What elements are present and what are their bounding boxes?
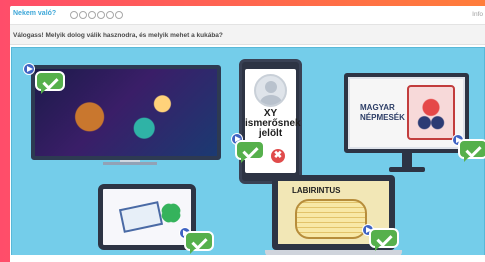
tv-base — [103, 162, 157, 165]
app-title: Nekem való? — [13, 10, 57, 17]
tablet-card[interactable] — [98, 184, 196, 250]
check-icon[interactable] — [369, 228, 399, 251]
laptop-title: LABIRINTUS — [292, 186, 341, 195]
progress-dots — [70, 11, 123, 19]
top-bar: Nekem való? Info — [10, 6, 485, 25]
check-icon[interactable] — [184, 231, 214, 254]
maze-image — [295, 199, 367, 239]
progress-dot — [79, 11, 87, 19]
question-text: Válogass! Melyik dolog válik hasznodra, … — [13, 32, 223, 39]
monitor-label: MAGYAR NÉPMESÉK — [360, 103, 405, 122]
app-window: Nekem való? Info Válogass! Melyik dolog … — [10, 6, 485, 262]
progress-dot — [106, 11, 114, 19]
check-icon[interactable] — [35, 71, 65, 94]
progress-dot — [88, 11, 96, 19]
friend-request-text: XY ismerősnek jelölt — [245, 108, 301, 139]
info-link[interactable]: Info — [472, 11, 483, 18]
phone-card[interactable]: XY ismerősnek jelölt ✖ — [239, 59, 302, 184]
avatar-icon — [254, 74, 287, 107]
check-icon[interactable] — [458, 139, 485, 162]
folk-art-image — [407, 85, 455, 140]
progress-dot — [97, 11, 105, 19]
reject-icon[interactable]: ✖ — [271, 149, 285, 163]
progress-dot — [115, 11, 123, 19]
select-arrow-icon[interactable] — [23, 63, 35, 75]
question-bar: Válogass! Melyik dolog válik hasznodra, … — [10, 25, 485, 45]
check-icon[interactable] — [235, 140, 265, 163]
sorting-board: XY ismerősnek jelölt ✖ MAGYAR NÉPMESÉK L… — [11, 47, 485, 261]
ticket-image — [118, 201, 164, 233]
clover-image — [161, 203, 181, 223]
tv-card[interactable] — [12, 48, 252, 178]
monitor-foot — [389, 167, 425, 172]
monitor-neck — [402, 153, 412, 167]
bottom-strip — [10, 255, 485, 262]
monitor-screen: MAGYAR NÉPMESÉK — [350, 79, 463, 147]
progress-dot — [70, 11, 78, 19]
monitor-card[interactable]: MAGYAR NÉPMESÉK — [344, 73, 469, 153]
